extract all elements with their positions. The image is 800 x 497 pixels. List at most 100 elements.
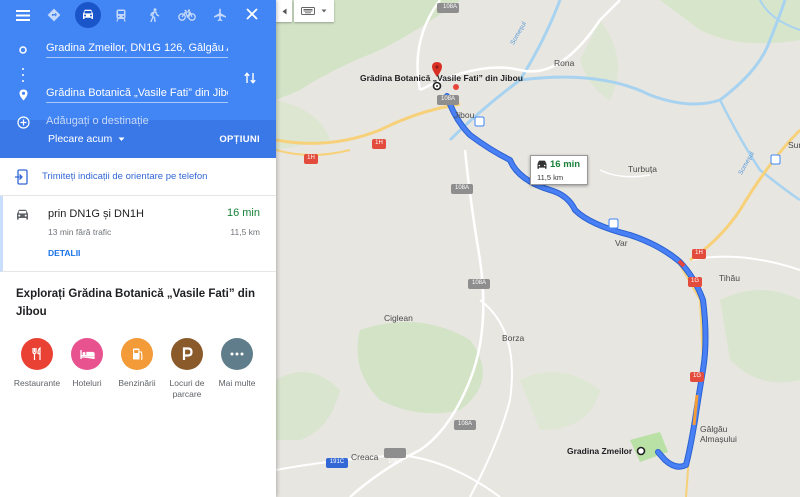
destination-marker bbox=[0, 89, 46, 101]
road-1h-label: 1H bbox=[695, 250, 703, 256]
directions-header: Gradina Zmeilor, DN1G 126, Gâlgău Alm Gr… bbox=[0, 0, 276, 129]
map-label-galgau: Gâlgău Almașului bbox=[700, 424, 737, 444]
map-label-sur: Sur bbox=[788, 140, 800, 150]
train-icon bbox=[116, 9, 126, 22]
mode-transit[interactable] bbox=[105, 4, 137, 26]
waypoints: Gradina Zmeilor, DN1G 126, Gâlgău Alm Gr… bbox=[0, 30, 276, 129]
category-hotels[interactable]: Hoteluri bbox=[59, 338, 115, 389]
road-108a-label: 108A bbox=[387, 459, 402, 465]
map-label-borza: Borza bbox=[502, 333, 525, 343]
road-108a-label: 108A bbox=[454, 185, 469, 191]
destination-input[interactable]: Grădina Botanică „Vasile Fati” din Jibou bbox=[46, 87, 228, 103]
destination-row: Grădina Botanică „Vasile Fati” din Jibou bbox=[0, 83, 276, 107]
close-icon bbox=[246, 8, 258, 20]
car-icon bbox=[17, 209, 28, 220]
add-destination-row[interactable]: Adăugați o destinație bbox=[0, 110, 276, 134]
add-destination-input[interactable]: Adăugați o destinație bbox=[46, 115, 228, 130]
category-label: Mai multe bbox=[218, 378, 256, 388]
mode-best-route[interactable] bbox=[38, 4, 70, 26]
send-to-phone-icon bbox=[15, 168, 28, 185]
map-terrain bbox=[276, 0, 800, 497]
category-gas-stations[interactable]: Benzinării bbox=[109, 338, 165, 389]
hotel-icon bbox=[71, 338, 103, 370]
map-label-creaca: Creaca bbox=[351, 452, 379, 462]
depart-time-dropdown[interactable]: Plecare acum bbox=[48, 133, 125, 145]
menu-button[interactable] bbox=[8, 4, 38, 26]
road-108a-label: 108A bbox=[457, 421, 472, 427]
walking-icon bbox=[149, 8, 159, 22]
waypoint-connector bbox=[21, 68, 25, 82]
keyboard-icon bbox=[301, 7, 315, 15]
gas-station-icon bbox=[121, 338, 153, 370]
route-duration: 16 min bbox=[226, 207, 260, 219]
map-canvas[interactable]: Rona Jibou Turbuța Var Tihău Ciglean Bor… bbox=[276, 0, 800, 497]
map-label-rona: Rona bbox=[554, 58, 575, 68]
route-details-link[interactable]: DETALII bbox=[48, 248, 80, 258]
car-icon bbox=[83, 9, 93, 19]
route-tag-duration: 16 min bbox=[550, 159, 581, 170]
add-marker bbox=[0, 115, 46, 129]
road-1g-label: 1G bbox=[692, 373, 701, 379]
road-108a-label: 108A bbox=[440, 96, 455, 102]
category-more[interactable]: Mai multe bbox=[209, 338, 265, 389]
map-label-jibou: Jibou bbox=[454, 110, 475, 120]
mode-flights[interactable] bbox=[204, 4, 236, 26]
mode-driving[interactable] bbox=[75, 2, 101, 28]
map-label-var: Var bbox=[615, 238, 628, 248]
car-icon bbox=[537, 160, 547, 169]
explore-title: Explorați Grădina Botanică „Vasile Fati”… bbox=[16, 288, 256, 318]
map-label-origin[interactable]: Gradina Zmeilor bbox=[567, 446, 632, 456]
parking-icon bbox=[171, 338, 203, 370]
dropdown-arrow-icon bbox=[118, 137, 125, 141]
road-1h-label: 1H bbox=[307, 155, 315, 161]
collapse-panel-button[interactable] bbox=[276, 0, 292, 22]
origin-marker bbox=[0, 46, 46, 54]
category-restaurants[interactable]: Restaurante bbox=[9, 338, 65, 389]
send-to-phone-row[interactable]: Trimiteți indicații de orientare pe tele… bbox=[0, 158, 276, 196]
restaurant-icon bbox=[21, 338, 53, 370]
location-pin-icon bbox=[19, 89, 27, 101]
category-parking[interactable]: Locuri de parcare bbox=[159, 338, 215, 400]
send-to-phone-label: Trimiteți indicații de orientare pe tele… bbox=[42, 171, 208, 182]
category-label: Restaurante bbox=[13, 378, 61, 388]
map-label-tihau: Tihău bbox=[719, 273, 740, 283]
category-label: Locuri de parcare bbox=[169, 378, 205, 399]
map-label-destination[interactable]: Grădina Botanică „Vasile Fati” din Jibou bbox=[360, 73, 523, 83]
more-icon bbox=[221, 338, 253, 370]
dropdown-arrow-icon bbox=[321, 9, 327, 13]
origin-row: Gradina Zmeilor, DN1G 126, Gâlgău Alm bbox=[0, 38, 276, 62]
origin-input[interactable]: Gradina Zmeilor, DN1G 126, Gâlgău Alm bbox=[46, 42, 228, 58]
directions-panel: Gradina Zmeilor, DN1G 126, Gâlgău Alm Gr… bbox=[0, 0, 276, 497]
route-via: prin DN1G și DN1H bbox=[48, 208, 144, 220]
route-duration-tag[interactable]: 16 min 11,5 km bbox=[530, 155, 588, 185]
input-tools-button[interactable] bbox=[294, 0, 334, 22]
map-controls bbox=[276, 0, 334, 22]
caret-left-icon bbox=[282, 8, 286, 14]
route-option[interactable]: prin DN1G și DN1H 16 min 13 min fără tra… bbox=[0, 196, 276, 272]
airplane-icon bbox=[214, 8, 226, 22]
add-circle-icon bbox=[16, 115, 30, 129]
route-traffic-note: 13 min fără trafic bbox=[48, 227, 112, 237]
directions-diamond-icon bbox=[47, 8, 61, 22]
route-tag-distance: 11,5 km bbox=[537, 173, 564, 182]
map-label-ciglean: Ciglean bbox=[384, 313, 413, 323]
swap-arrows-icon bbox=[244, 72, 256, 84]
road-1g-label: 1G bbox=[690, 278, 699, 284]
road-191c-label: 191C bbox=[329, 459, 345, 465]
depart-label: Plecare acum bbox=[48, 133, 113, 145]
category-label: Benzinării bbox=[118, 378, 156, 388]
category-label: Hoteluri bbox=[72, 378, 102, 388]
mode-walking[interactable] bbox=[138, 4, 170, 26]
bicycle-icon bbox=[178, 9, 196, 21]
swap-waypoints-button[interactable] bbox=[240, 68, 260, 88]
mode-cycling[interactable] bbox=[171, 4, 203, 26]
road-108a-label: 108A bbox=[471, 280, 486, 286]
origin-circle-icon bbox=[19, 46, 27, 54]
road-1h-label: 1H bbox=[375, 140, 383, 146]
options-button[interactable]: OPȚIUNI bbox=[219, 134, 260, 145]
close-directions-button[interactable] bbox=[242, 4, 262, 24]
travel-mode-bar bbox=[0, 0, 276, 30]
road-108a-label: 108A bbox=[442, 4, 457, 10]
route-distance: 11,5 km bbox=[230, 227, 260, 237]
map-label-turbuta: Turbuța bbox=[628, 164, 657, 174]
